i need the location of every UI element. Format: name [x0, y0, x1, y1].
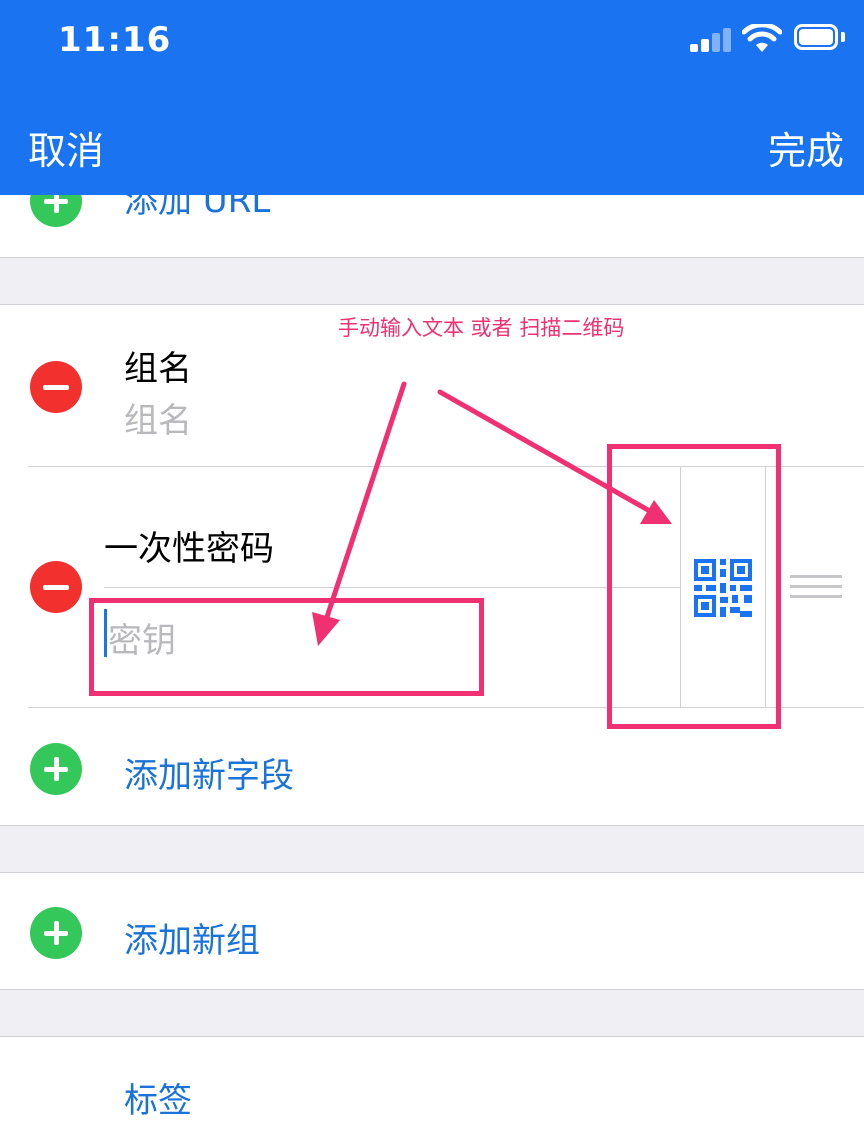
- annotation-arrows: [312, 381, 672, 646]
